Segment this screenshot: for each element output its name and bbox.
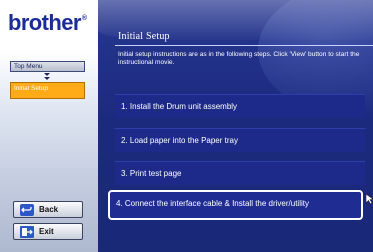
intro-text: Initial setup instructions are as in the… xyxy=(118,51,360,67)
back-label: Back xyxy=(39,205,59,214)
page-title: Initial Setup xyxy=(118,31,170,42)
main-panel: Initial Setup Initial setup instructions… xyxy=(98,0,373,252)
sidebar: brother® Top Menu Initial Setup Back Exi… xyxy=(0,0,98,252)
top-menu-link[interactable]: Top Menu xyxy=(10,61,85,72)
initial-setup-current: Initial Setup xyxy=(10,82,85,99)
logo-text: brother xyxy=(8,10,81,35)
step-install-drum[interactable]: 1. Install the Drum unit assembly xyxy=(115,94,365,118)
title-divider xyxy=(115,45,373,46)
back-arrow-icon xyxy=(20,203,34,216)
exit-button[interactable]: Exit xyxy=(13,223,83,240)
step-connect-cable-install-driver[interactable]: 4. Connect the interface cable & Install… xyxy=(108,190,363,220)
brother-logo: brother® xyxy=(8,10,92,36)
back-button[interactable]: Back xyxy=(13,201,83,218)
step-print-test-page[interactable]: 3. Print test page xyxy=(115,161,365,185)
pointer-arrow-icon xyxy=(365,193,373,205)
logo-registered-mark: ® xyxy=(81,15,87,22)
step-load-paper[interactable]: 2. Load paper into the Paper tray xyxy=(115,128,365,152)
exit-icon xyxy=(20,225,34,238)
exit-label: Exit xyxy=(39,227,54,236)
chevron-down-double-icon xyxy=(44,73,50,80)
